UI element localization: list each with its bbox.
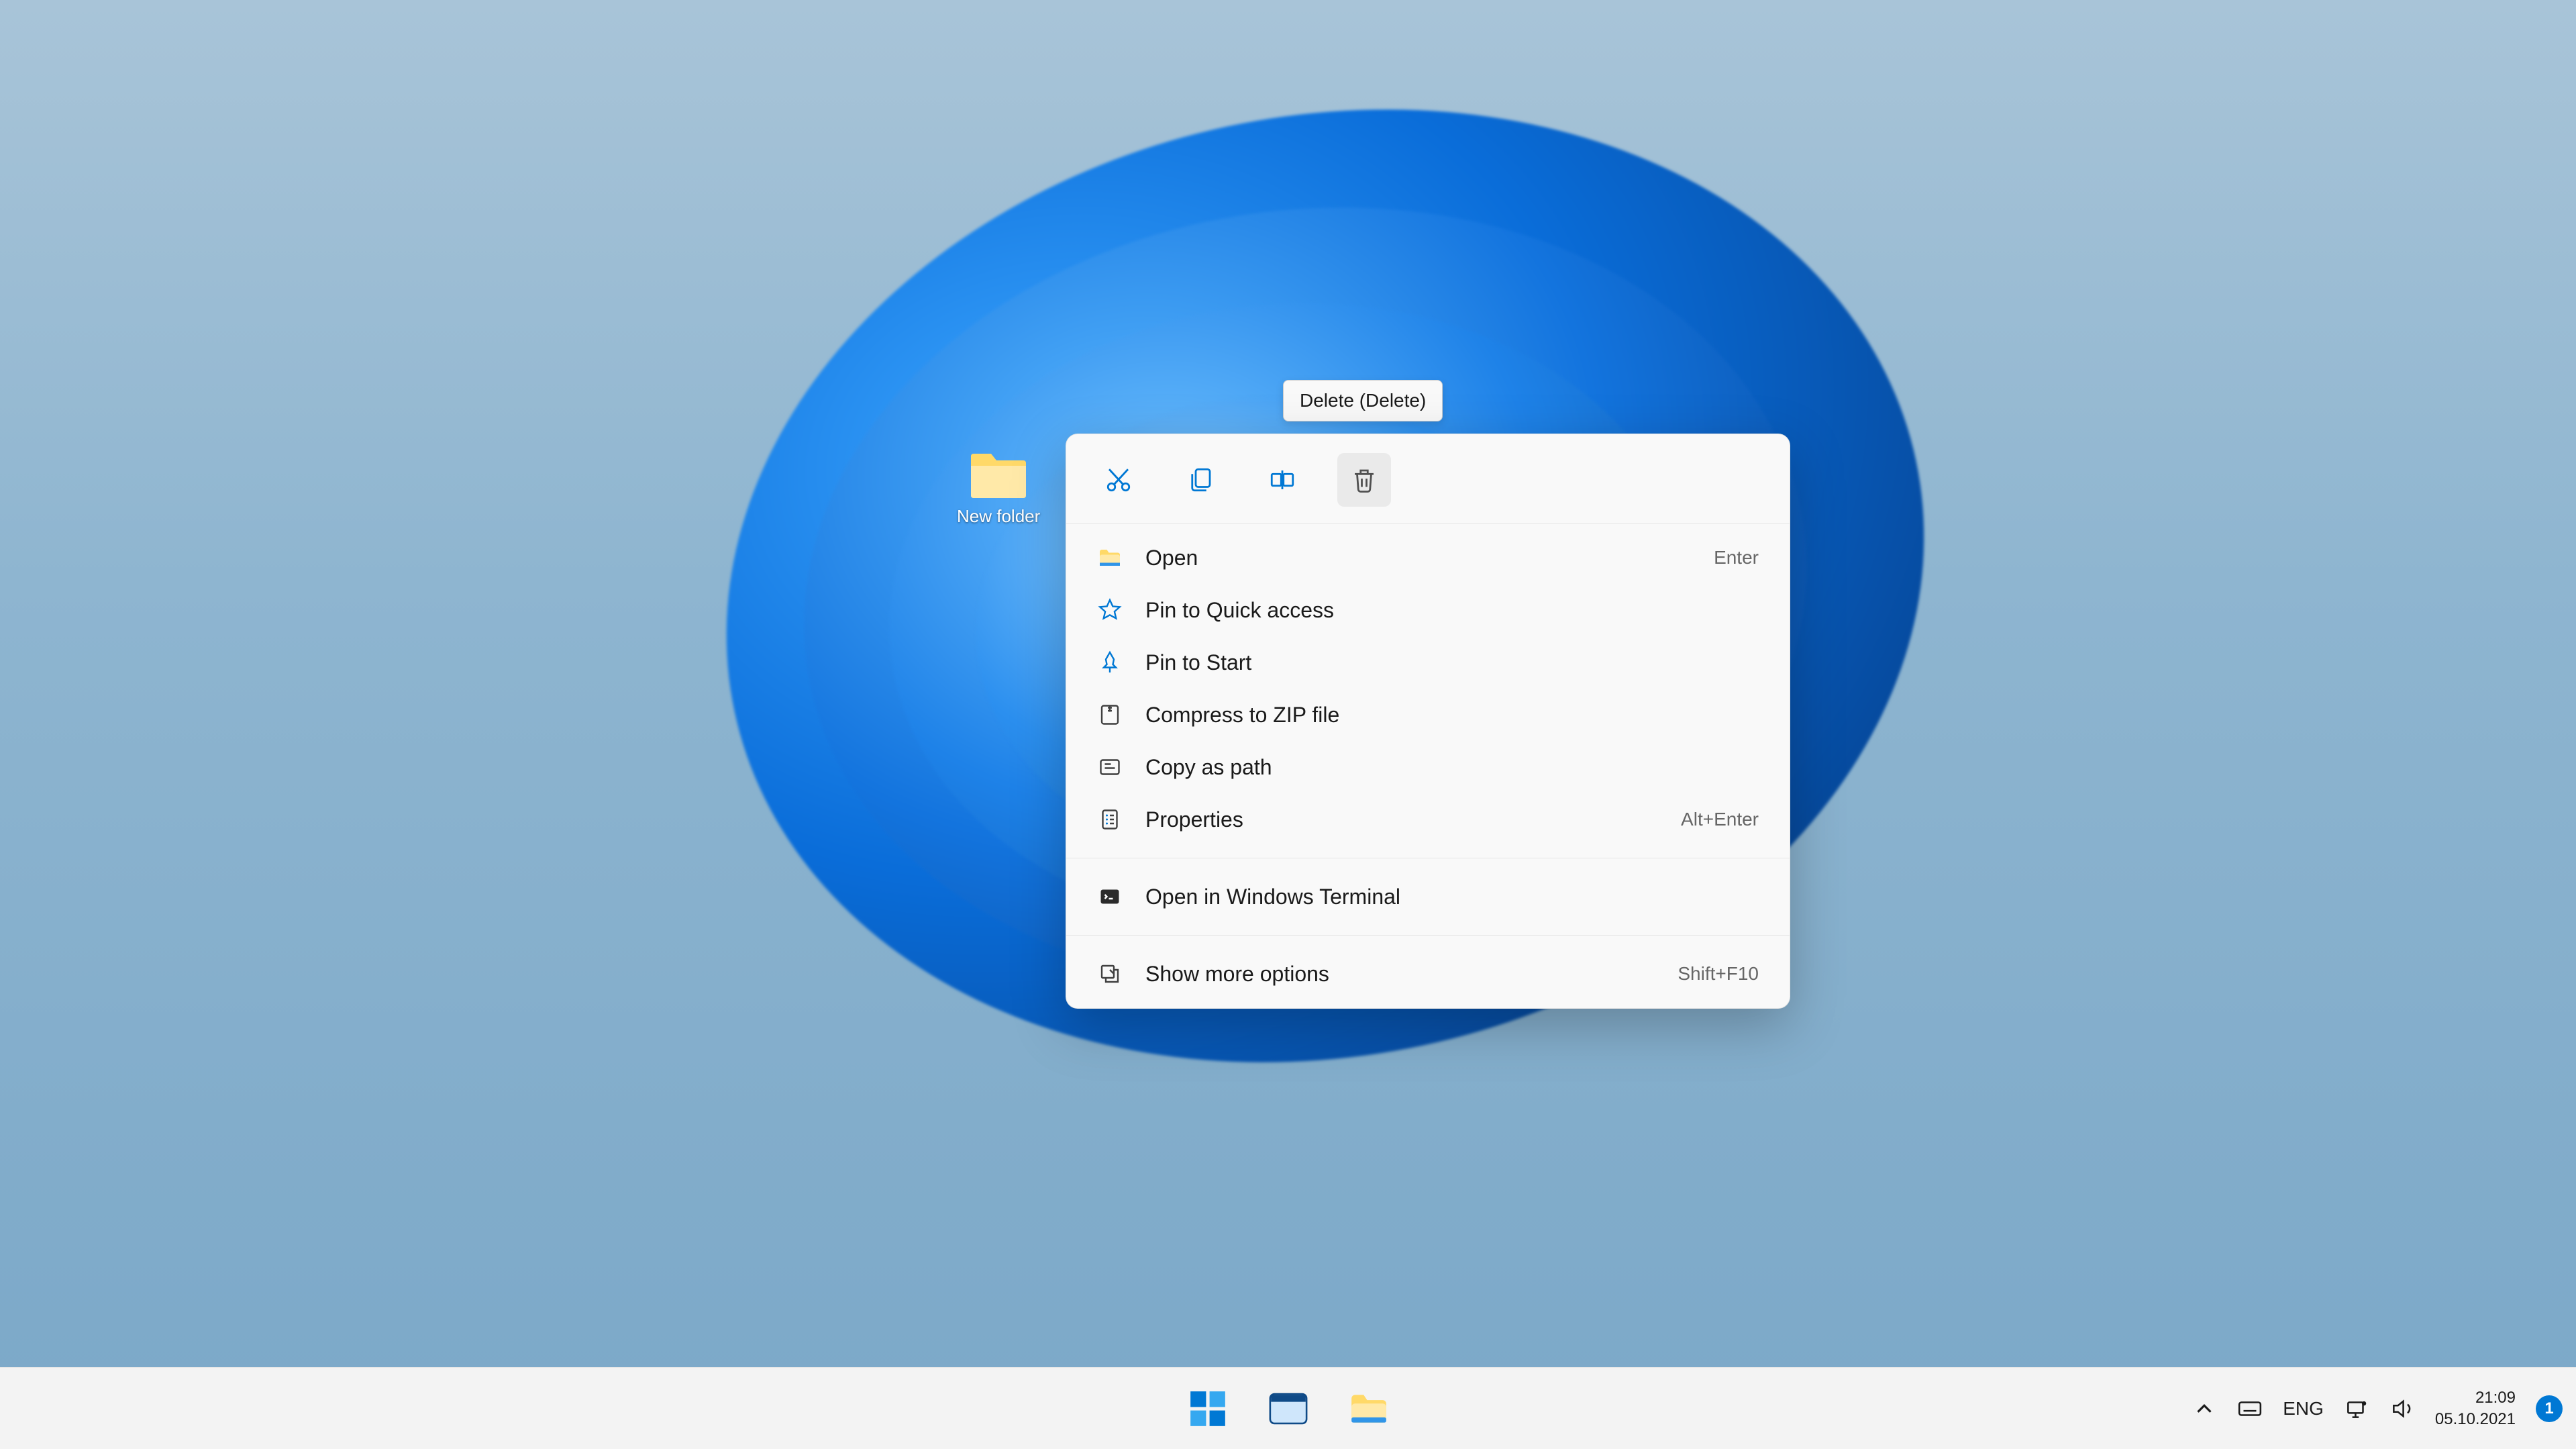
zip-icon <box>1097 702 1123 728</box>
context-menu-section: Show more options Shift+F10 <box>1066 940 1790 1008</box>
context-menu-actions-row <box>1066 434 1790 523</box>
cpath-icon <box>1097 754 1123 780</box>
context-menu: Open Enter Pin to Quick access Pin to Start… <box>1066 434 1790 1009</box>
more-icon <box>1097 961 1123 987</box>
rename-icon <box>1268 466 1296 494</box>
desktop-icon-label: New folder <box>957 506 1040 527</box>
keyboard-icon <box>2237 1396 2263 1421</box>
menu-item-label: Show more options <box>1145 962 1655 987</box>
menu-item-shortcut: Shift+F10 <box>1678 963 1759 985</box>
tray-overflow-button[interactable] <box>2192 1396 2217 1421</box>
menu-item-label: Compress to ZIP file <box>1145 703 1759 728</box>
folder-icon <box>968 451 1029 501</box>
delete-button[interactable] <box>1337 453 1391 507</box>
menu-item-pinst[interactable]: Pin to Start <box>1066 636 1790 689</box>
taskbar-center <box>1174 1375 1402 1442</box>
notification-badge[interactable]: 1 <box>2536 1395 2563 1422</box>
task-view-icon <box>1268 1388 1309 1430</box>
menu-item-shortcut: Alt+Enter <box>1681 809 1759 830</box>
menu-item-label: Open <box>1145 546 1691 570</box>
term-icon <box>1097 884 1123 909</box>
clock-date-text: 05.10.2021 <box>2435 1409 2516 1430</box>
rename-button[interactable] <box>1255 453 1309 507</box>
network-icon <box>2344 1396 2369 1421</box>
network-button[interactable] <box>2344 1396 2369 1421</box>
tooltip-text: Delete (Delete) <box>1300 390 1426 411</box>
menu-item-term[interactable]: Open in Windows Terminal <box>1066 870 1790 923</box>
copy-icon <box>1186 466 1215 494</box>
cut-icon <box>1104 466 1133 494</box>
trash-icon <box>1350 466 1378 494</box>
cut-button[interactable] <box>1092 453 1145 507</box>
desktop-folder-icon[interactable]: New folder <box>957 451 1040 527</box>
open-icon <box>1097 545 1123 570</box>
pinqa-icon <box>1097 597 1123 623</box>
context-menu-section: Open in Windows Terminal <box>1066 862 1790 931</box>
pinst-icon <box>1097 650 1123 675</box>
menu-item-shortcut: Enter <box>1714 547 1759 568</box>
start-button[interactable] <box>1174 1375 1241 1442</box>
menu-item-props[interactable]: Properties Alt+Enter <box>1066 793 1790 846</box>
windows-logo-icon <box>1187 1388 1229 1430</box>
volume-button[interactable] <box>2389 1396 2415 1421</box>
menu-item-cpath[interactable]: Copy as path <box>1066 741 1790 793</box>
menu-divider <box>1066 935 1790 936</box>
menu-item-open[interactable]: Open Enter <box>1066 532 1790 584</box>
menu-item-label: Open in Windows Terminal <box>1145 885 1759 909</box>
menu-item-label: Pin to Quick access <box>1145 598 1759 623</box>
system-tray: ENG 21:09 05.10.2021 1 <box>2192 1387 2563 1429</box>
speaker-icon <box>2389 1396 2415 1421</box>
touch-keyboard-button[interactable] <box>2237 1396 2263 1421</box>
language-indicator[interactable]: ENG <box>2283 1398 2324 1419</box>
folder-icon <box>1348 1388 1390 1430</box>
menu-item-label: Copy as path <box>1145 755 1759 780</box>
tooltip: Delete (Delete) <box>1283 380 1443 421</box>
language-text: ENG <box>2283 1398 2324 1419</box>
copy-button[interactable] <box>1174 453 1227 507</box>
menu-item-label: Pin to Start <box>1145 650 1759 675</box>
file-explorer-button[interactable] <box>1335 1375 1402 1442</box>
props-icon <box>1097 807 1123 832</box>
menu-item-zip[interactable]: Compress to ZIP file <box>1066 689 1790 741</box>
chevron-up-icon <box>2192 1396 2217 1421</box>
menu-item-more[interactable]: Show more options Shift+F10 <box>1066 948 1790 1000</box>
notification-count: 1 <box>2544 1399 2553 1418</box>
context-menu-section: Open Enter Pin to Quick access Pin to Start… <box>1066 523 1790 854</box>
menu-item-label: Properties <box>1145 807 1658 832</box>
menu-item-pinqa[interactable]: Pin to Quick access <box>1066 584 1790 636</box>
clock-date[interactable]: 21:09 05.10.2021 <box>2435 1387 2516 1429</box>
clock-time: 21:09 <box>2435 1387 2516 1408</box>
taskbar: ENG 21:09 05.10.2021 1 <box>0 1367 2576 1449</box>
task-view-button[interactable] <box>1255 1375 1322 1442</box>
